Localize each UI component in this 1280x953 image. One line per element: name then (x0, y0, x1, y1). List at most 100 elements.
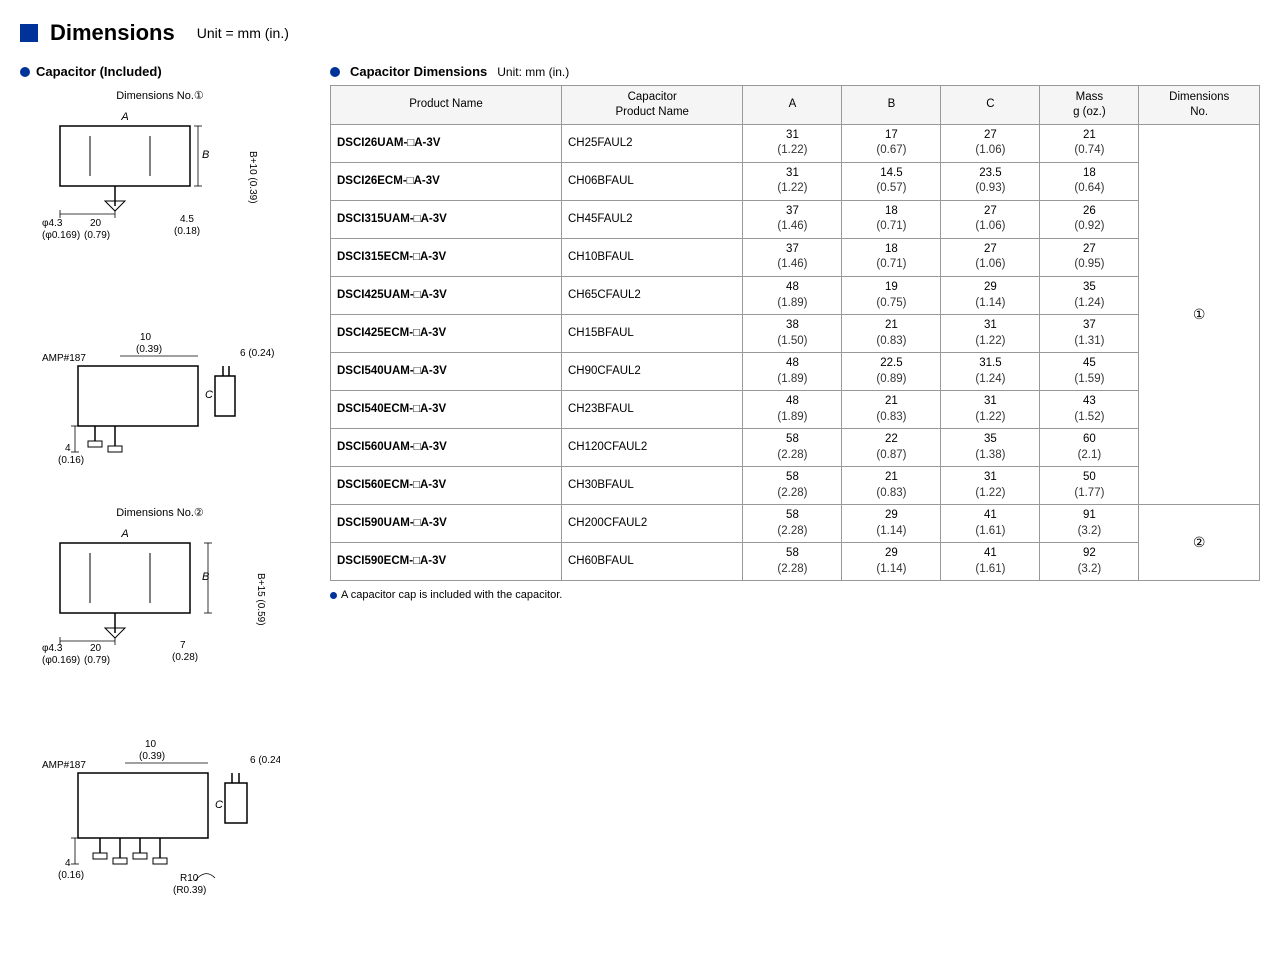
svg-text:7: 7 (180, 640, 186, 651)
table-unit: Unit: mm (in.) (497, 65, 569, 79)
cell-c: 27(1.06) (941, 124, 1040, 162)
table-row: DSCI26ECM-□A-3VCH06BFAUL31(1.22)14.5(0.5… (331, 162, 1260, 200)
svg-text:A: A (120, 528, 128, 540)
cell-c: 41(1.61) (941, 505, 1040, 543)
cell-product-name: DSCI540ECM-□A-3V (331, 391, 562, 429)
svg-text:(0.39): (0.39) (139, 751, 165, 762)
cell-product-name: DSCI315ECM-□A-3V (331, 238, 562, 276)
cell-mass: 91(3.2) (1040, 505, 1139, 543)
cell-b: 17(0.67) (842, 124, 941, 162)
cell-c: 35(1.38) (941, 429, 1040, 467)
svg-text:(0.79): (0.79) (84, 230, 110, 241)
cell-mass: 27(0.95) (1040, 238, 1139, 276)
cell-mass: 26(0.92) (1040, 200, 1139, 238)
col-header-a: A (743, 86, 842, 125)
svg-text:6 (0.24): 6 (0.24) (250, 755, 280, 766)
cell-a: 37(1.46) (743, 238, 842, 276)
table-row: DSCI315UAM-□A-3VCH45FAUL237(1.46)18(0.71… (331, 200, 1260, 238)
col-header-c: C (941, 86, 1040, 125)
cell-mass: 92(3.2) (1040, 543, 1139, 581)
cell-c: 31.5(1.24) (941, 353, 1040, 391)
cell-cap-name: CH65CFAUL2 (561, 277, 742, 315)
cell-mass: 18(0.64) (1040, 162, 1139, 200)
svg-text:B+15 (0.59): B+15 (0.59) (255, 573, 266, 626)
svg-text:(φ0.169): (φ0.169) (42, 230, 80, 241)
table-row: DSCI590UAM-□A-3VCH200CFAUL258(2.28)29(1.… (331, 505, 1260, 543)
cell-mass: 45(1.59) (1040, 353, 1139, 391)
section-bullet (20, 67, 30, 77)
svg-text:10: 10 (140, 332, 152, 343)
cell-product-name: DSCI26UAM-□A-3V (331, 124, 562, 162)
col-header-dimno: DimensionsNo. (1139, 86, 1260, 125)
cell-cap-name: CH25FAUL2 (561, 124, 742, 162)
cell-product-name: DSCI425UAM-□A-3V (331, 277, 562, 315)
svg-text:10: 10 (145, 739, 157, 750)
table-row: DSCI560UAM-□A-3VCH120CFAUL258(2.28)22(0.… (331, 429, 1260, 467)
table-row: DSCI315ECM-□A-3VCH10BFAUL37(1.46)18(0.71… (331, 238, 1260, 276)
cell-b: 18(0.71) (842, 238, 941, 276)
cell-c: 31(1.22) (941, 391, 1040, 429)
cell-c: 27(1.06) (941, 200, 1040, 238)
cell-mass: 50(1.77) (1040, 467, 1139, 505)
svg-text:R10: R10 (180, 873, 199, 884)
cell-mass: 21(0.74) (1040, 124, 1139, 162)
cell-mass: 43(1.52) (1040, 391, 1139, 429)
cell-c: 31(1.22) (941, 467, 1040, 505)
cell-cap-name: CH45FAUL2 (561, 200, 742, 238)
cell-b: 19(0.75) (842, 277, 941, 315)
left-section-title: Capacitor (Included) (20, 64, 300, 79)
header-unit: Unit = mm (in.) (197, 25, 289, 41)
svg-text:(0.28): (0.28) (172, 652, 198, 663)
table-header-row: Product Name CapacitorProduct Name A B C… (331, 86, 1260, 125)
table-section-bullet (330, 67, 340, 77)
cell-cap-name: CH06BFAUL (561, 162, 742, 200)
cell-b: 21(0.83) (842, 391, 941, 429)
svg-text:A: A (120, 111, 128, 123)
diagram-1-label: Dimensions No.① (20, 89, 300, 102)
header-accent-box (20, 24, 38, 42)
cell-a: 48(1.89) (743, 277, 842, 315)
cell-a: 48(1.89) (743, 391, 842, 429)
cell-a: 31(1.22) (743, 124, 842, 162)
table-row: DSCI590ECM-□A-3VCH60BFAUL58(2.28)29(1.14… (331, 543, 1260, 581)
cell-mass: 35(1.24) (1040, 277, 1139, 315)
svg-text:4: 4 (65, 443, 71, 454)
cell-b: 22.5(0.89) (842, 353, 941, 391)
diagram-2-container: Dimensions No.② A B φ4.3 (20, 506, 300, 713)
cell-c: 29(1.14) (941, 277, 1040, 315)
diagram-2-label: Dimensions No.② (20, 506, 300, 519)
cell-product-name: DSCI590UAM-□A-3V (331, 505, 562, 543)
cell-product-name: DSCI26ECM-□A-3V (331, 162, 562, 200)
table-row: DSCI540ECM-□A-3VCH23BFAUL48(1.89)21(0.83… (331, 391, 1260, 429)
svg-text:(0.79): (0.79) (84, 655, 110, 666)
cell-product-name: DSCI560ECM-□A-3V (331, 467, 562, 505)
svg-text:C: C (215, 799, 223, 811)
cell-cap-name: CH120CFAUL2 (561, 429, 742, 467)
cell-product-name: DSCI590ECM-□A-3V (331, 543, 562, 581)
main-layout: Capacitor (Included) Dimensions No.① A B (20, 64, 1260, 933)
diagram-amp187-2-container: AMP#187 10 (0.39) (20, 733, 300, 913)
cell-c: 27(1.06) (941, 238, 1040, 276)
svg-text:4.5: 4.5 (180, 214, 194, 225)
table-section-header: Capacitor Dimensions Unit: mm (in.) (330, 64, 1260, 79)
cell-cap-name: CH23BFAUL (561, 391, 742, 429)
cell-b: 18(0.71) (842, 200, 941, 238)
svg-text:C: C (205, 389, 213, 401)
svg-text:B: B (202, 149, 209, 161)
svg-text:(0.18): (0.18) (174, 226, 200, 237)
svg-text:4: 4 (65, 858, 71, 869)
table-body: DSCI26UAM-□A-3VCH25FAUL231(1.22)17(0.67)… (331, 124, 1260, 580)
cell-dim-no-2: ② (1139, 505, 1260, 581)
svg-text:6 (0.24): 6 (0.24) (240, 348, 274, 359)
table-row: DSCI425ECM-□A-3VCH15BFAUL38(1.50)21(0.83… (331, 315, 1260, 353)
cell-product-name: DSCI315UAM-□A-3V (331, 200, 562, 238)
svg-text:20: 20 (90, 218, 102, 229)
svg-text:φ4.3: φ4.3 (42, 218, 63, 229)
footnote-dot (330, 592, 337, 599)
cell-mass: 37(1.31) (1040, 315, 1139, 353)
cell-c: 41(1.61) (941, 543, 1040, 581)
svg-text:B+10 (0.39): B+10 (0.39) (247, 151, 258, 204)
cell-product-name: DSCI560UAM-□A-3V (331, 429, 562, 467)
cell-b: 22(0.87) (842, 429, 941, 467)
col-header-mass: Massg (oz.) (1040, 86, 1139, 125)
